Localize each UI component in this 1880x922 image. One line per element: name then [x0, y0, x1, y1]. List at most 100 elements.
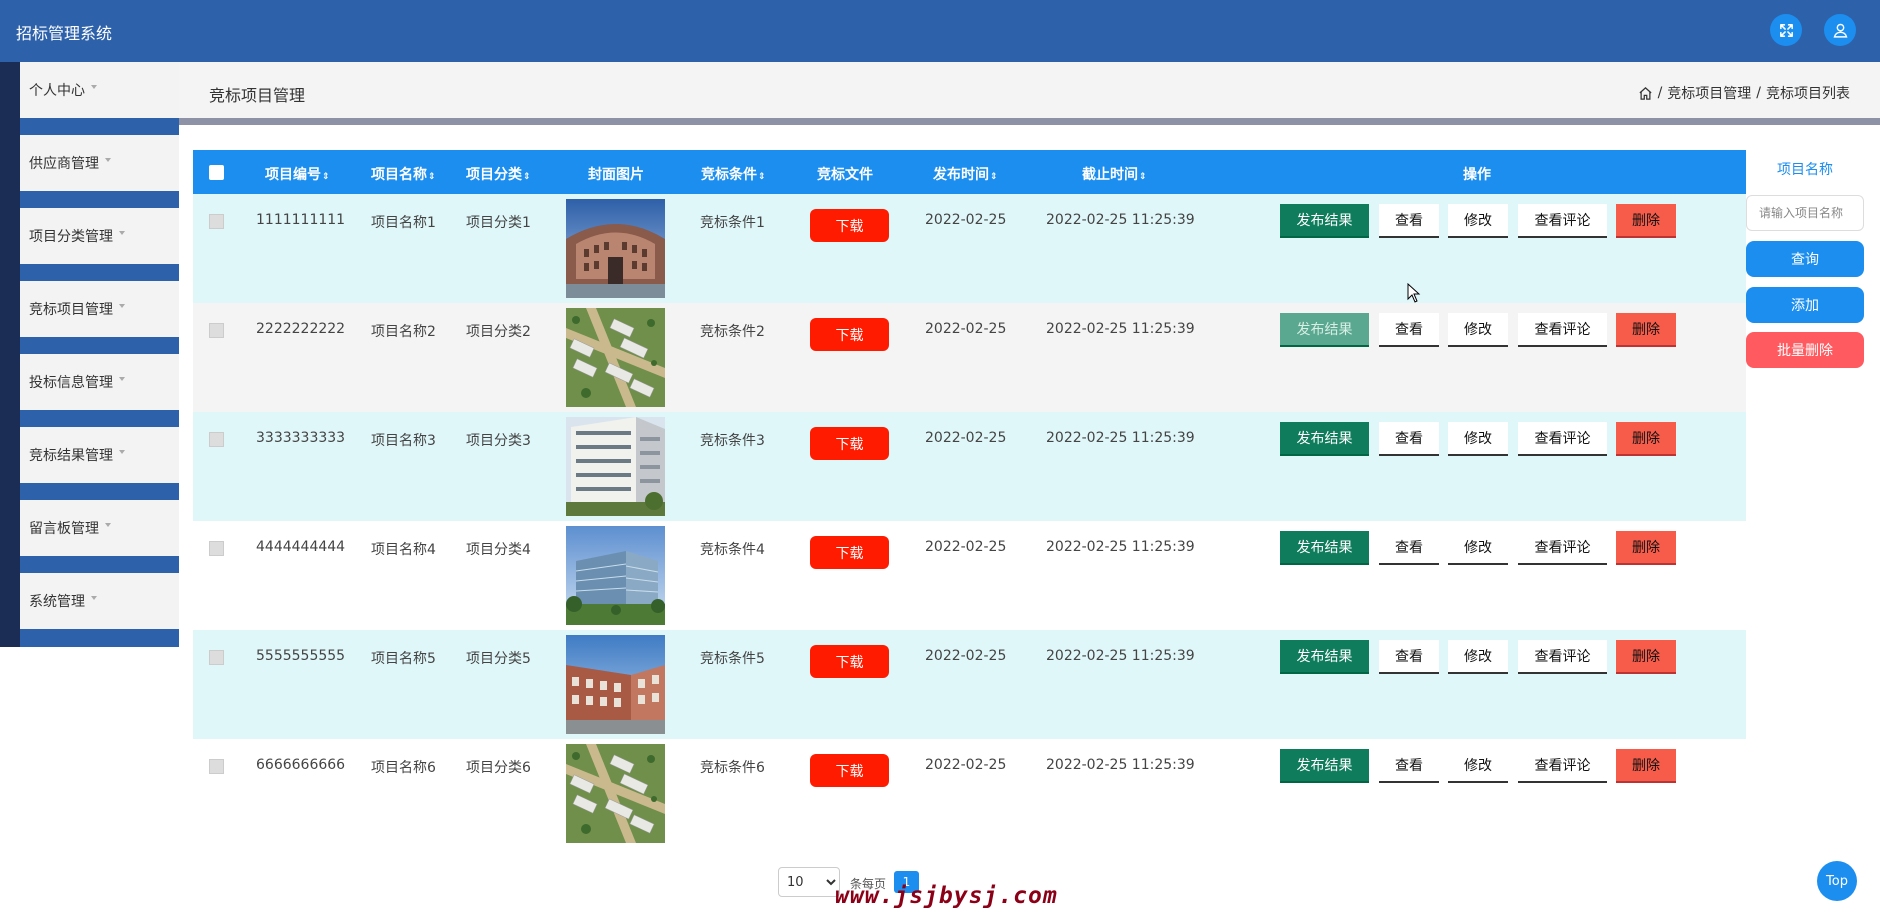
cover-image[interactable] [566, 744, 665, 843]
edit-button[interactable]: 修改 [1448, 313, 1508, 347]
cell-id: 4444444444 [256, 539, 346, 555]
row-checkbox[interactable] [209, 432, 224, 447]
column-header-deadline[interactable]: 截止时间⇕ [1082, 164, 1147, 184]
cell-category: 项目分类3 [466, 433, 531, 449]
delete-button[interactable]: 删除 [1616, 422, 1676, 456]
back-to-top-button[interactable]: Top [1817, 861, 1857, 901]
row-checkbox[interactable] [209, 759, 224, 774]
sidebar-item-message-board[interactable]: 留言板管理 [20, 500, 179, 556]
sort-icon: ⇕ [758, 172, 766, 182]
table-row: 4444444444 项目名称4 项目分类4 竞标条件4 下载 2022-02-… [193, 521, 1746, 630]
breadcrumb: / 竞标项目管理 / 竞标项目列表 [1638, 83, 1850, 103]
mouse-cursor-icon [1407, 283, 1421, 303]
column-header-publish-time[interactable]: 发布时间⇕ [933, 164, 998, 184]
publish-result-button[interactable]: 发布结果 [1280, 422, 1369, 456]
delete-button[interactable]: 删除 [1616, 531, 1676, 565]
sidebar-item-label: 投标信息管理 [29, 375, 113, 391]
delete-button[interactable]: 删除 [1616, 640, 1676, 674]
cell-publish-time: 2022-02-25 [925, 321, 1007, 337]
row-checkbox[interactable] [209, 541, 224, 556]
table-header: 项目编号⇕ 项目名称⇕ 项目分类⇕ 封面图片 竞标条件⇕ 竞标文件 发布时间⇕ … [193, 150, 1746, 194]
table-row: 2222222222 项目名称2 项目分类2 竞标条件2 下载 2022-02-… [193, 303, 1746, 412]
download-button[interactable]: 下载 [810, 318, 889, 351]
view-comments-button[interactable]: 查看评论 [1518, 531, 1607, 565]
column-header-id[interactable]: 项目编号⇕ [265, 164, 330, 184]
view-button[interactable]: 查看 [1379, 749, 1439, 783]
column-header-category[interactable]: 项目分类⇕ [466, 164, 531, 184]
view-comments-button[interactable]: 查看评论 [1518, 422, 1607, 456]
project-name-search-input[interactable] [1746, 195, 1864, 231]
publish-result-button[interactable]: 发布结果 [1280, 204, 1369, 238]
row-checkbox[interactable] [209, 323, 224, 338]
view-comments-button[interactable]: 查看评论 [1518, 313, 1607, 347]
view-button[interactable]: 查看 [1379, 422, 1439, 456]
download-button[interactable]: 下载 [810, 427, 889, 460]
sidebar-item-bid-result[interactable]: 竞标结果管理 [20, 427, 179, 483]
cell-deadline: 2022-02-25 11:25:39 [1046, 648, 1195, 664]
column-header-condition[interactable]: 竞标条件⇕ [701, 164, 766, 184]
app-title: 招标管理系统 [16, 24, 113, 43]
publish-result-button[interactable]: 发布结果 [1280, 531, 1369, 565]
cover-image[interactable] [566, 199, 665, 298]
row-checkbox[interactable] [209, 650, 224, 665]
edit-button[interactable]: 修改 [1448, 204, 1508, 238]
page-title: 竞标项目管理 [209, 86, 306, 105]
edit-button[interactable]: 修改 [1448, 531, 1508, 565]
column-header-label: 竞标条件 [701, 167, 757, 183]
cell-deadline: 2022-02-25 11:25:39 [1046, 430, 1195, 446]
cover-image[interactable] [566, 417, 665, 516]
row-checkbox[interactable] [209, 214, 224, 229]
project-table: 项目编号⇕ 项目名称⇕ 项目分类⇕ 封面图片 竞标条件⇕ 竞标文件 发布时间⇕ … [193, 150, 1746, 848]
sort-icon: ⇕ [523, 172, 531, 182]
query-button[interactable]: 查询 [1746, 241, 1864, 277]
publish-result-button[interactable]: 发布结果 [1280, 313, 1369, 347]
delete-button[interactable]: 删除 [1616, 313, 1676, 347]
fullscreen-icon[interactable] [1770, 14, 1802, 46]
user-icon[interactable] [1824, 14, 1856, 46]
cell-name: 项目名称1 [371, 215, 436, 231]
cell-id: 5555555555 [256, 648, 346, 664]
sidebar-item-system[interactable]: 系统管理 [20, 573, 179, 629]
batch-delete-button[interactable]: 批量删除 [1746, 332, 1864, 368]
sidebar-item-label: 个人中心 [29, 83, 85, 99]
cover-image[interactable] [566, 635, 665, 734]
edit-button[interactable]: 修改 [1448, 640, 1508, 674]
page-size-select[interactable]: 10 [778, 867, 840, 897]
download-button[interactable]: 下载 [810, 209, 889, 242]
view-button[interactable]: 查看 [1379, 640, 1439, 674]
add-button[interactable]: 添加 [1746, 287, 1864, 323]
edit-button[interactable]: 修改 [1448, 749, 1508, 783]
download-button[interactable]: 下载 [810, 754, 889, 787]
sidebar-item-personal-center[interactable]: 个人中心 [20, 62, 179, 118]
sidebar-item-supplier[interactable]: 供应商管理 [20, 135, 179, 191]
sidebar-item-bid-project[interactable]: 竞标项目管理 [20, 281, 179, 337]
view-comments-button[interactable]: 查看评论 [1518, 204, 1607, 238]
edit-button[interactable]: 修改 [1448, 422, 1508, 456]
cell-category: 项目分类4 [466, 542, 531, 558]
sidebar-item-bid-info[interactable]: 投标信息管理 [20, 354, 179, 410]
delete-button[interactable]: 删除 [1616, 204, 1676, 238]
view-button[interactable]: 查看 [1379, 204, 1439, 238]
download-button[interactable]: 下载 [810, 645, 889, 678]
view-button[interactable]: 查看 [1379, 531, 1439, 565]
breadcrumb-item[interactable]: 竞标项目管理 [1667, 83, 1751, 103]
publish-result-button[interactable]: 发布结果 [1280, 749, 1369, 783]
sidebar-divider [20, 483, 179, 499]
sidebar-item-label: 系统管理 [29, 594, 85, 610]
column-header-label: 项目编号 [265, 167, 321, 183]
select-all-checkbox[interactable] [209, 165, 224, 180]
column-header-name[interactable]: 项目名称⇕ [371, 164, 436, 184]
cover-image[interactable] [566, 308, 665, 407]
column-header-label: 操作 [1463, 167, 1491, 183]
search-label: 项目名称 [1777, 162, 1833, 178]
home-icon[interactable] [1638, 86, 1653, 101]
delete-button[interactable]: 删除 [1616, 749, 1676, 783]
download-button[interactable]: 下载 [810, 536, 889, 569]
breadcrumb-item-current: 竞标项目列表 [1766, 86, 1850, 102]
publish-result-button[interactable]: 发布结果 [1280, 640, 1369, 674]
view-comments-button[interactable]: 查看评论 [1518, 640, 1607, 674]
view-comments-button[interactable]: 查看评论 [1518, 749, 1607, 783]
sidebar-item-project-category[interactable]: 项目分类管理 [20, 208, 179, 264]
view-button[interactable]: 查看 [1379, 313, 1439, 347]
cover-image[interactable] [566, 526, 665, 625]
